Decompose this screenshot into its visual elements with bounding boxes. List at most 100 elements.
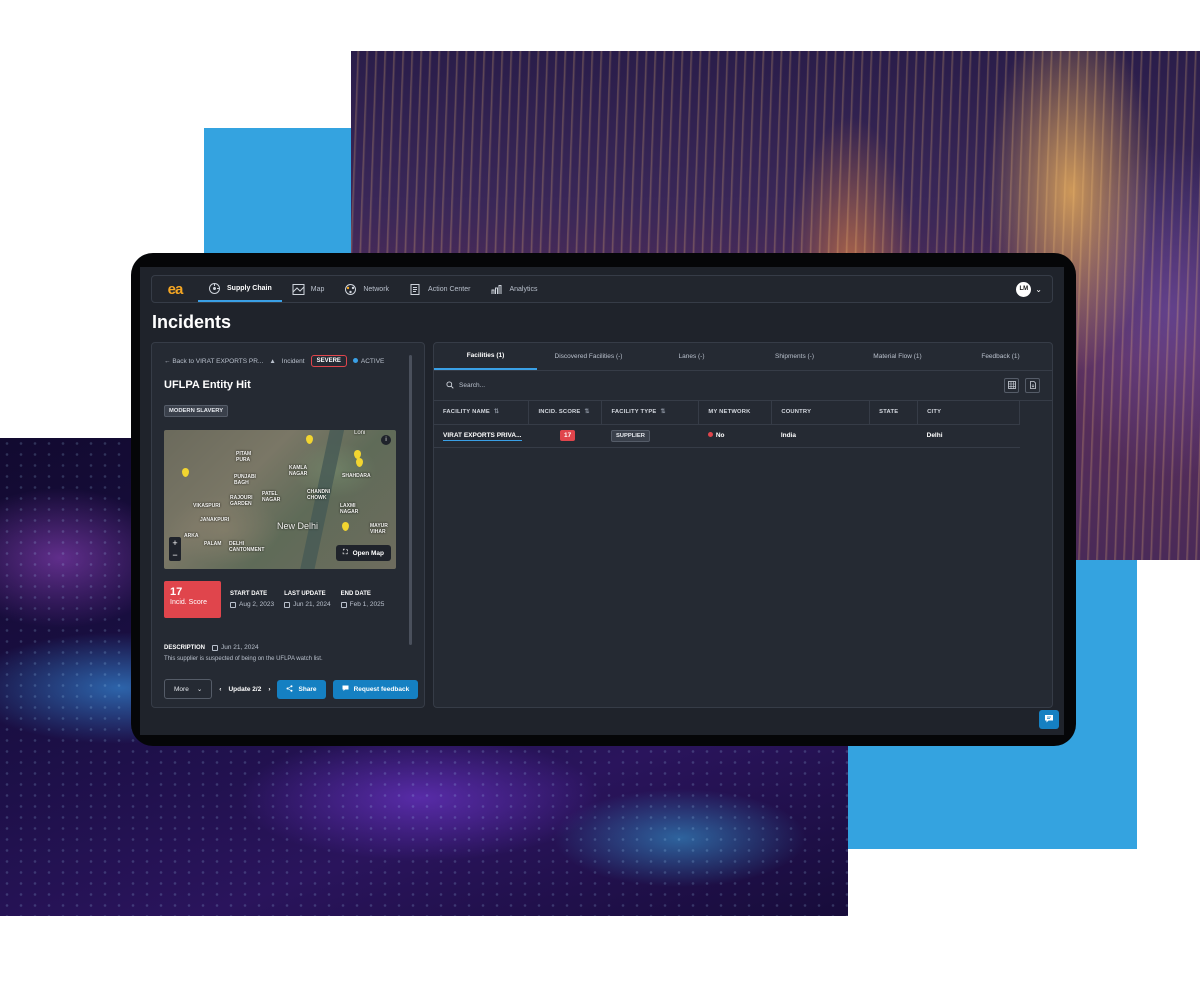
nav-item-map[interactable]: Map [282,276,335,302]
chat-icon [342,685,349,694]
incident-map[interactable]: Loni PITAM PURA KAMLA NAGAR SHAHDARA PUN… [164,430,396,569]
sort-icon[interactable]: ⇅ [494,409,499,415]
calendar-icon [212,644,219,651]
sort-icon[interactable]: ⇅ [660,409,665,415]
action-center-icon [409,283,422,296]
column-label: INCID. SCORE [538,409,581,416]
search-icon [446,380,454,391]
zoom-out-button[interactable]: − [169,549,181,561]
map-label-palam: PALAM [204,541,222,547]
supply-chain-icon [208,282,221,295]
tab-discovered-facilities[interactable]: Discovered Facilities (-) [537,343,640,370]
description-date: Jun 21, 2024 [221,644,259,651]
map-label-punjabi-bagh: PUNJABI BAGH [234,474,256,486]
column-header-city: CITY [917,401,1020,425]
facility-type-badge: SUPPLIER [610,429,650,442]
column-label: FACILITY NAME [443,409,490,416]
calendar-icon [340,601,347,608]
previous-update-button[interactable]: ‹ [219,686,221,693]
incident-dates: START DATE Aug 2, 2023 LAST UPDATE Jun 2… [230,591,384,608]
score-badge: 17 [559,430,576,441]
cell-facility-name[interactable]: VIRAT EXPORTS PRIVA... [434,424,529,448]
date-heading: START DATE [230,591,268,597]
next-update-button[interactable]: › [268,686,270,693]
back-label: Back to VIRAT EXPORTS PR... [172,357,264,365]
column-header-my-network: MY NETWORK [698,401,773,425]
nav-label: Network [363,285,390,293]
column-label: COUNTRY [781,409,812,416]
date-value: Aug 2, 2023 [239,601,275,608]
column-header-facility-name[interactable]: FACILITY NAME ⇅ [434,401,530,425]
map-info-icon[interactable]: i [381,435,391,445]
avatar[interactable]: LM [1016,281,1032,297]
panel-scrollbar[interactable] [409,355,412,645]
tab-feedback[interactable]: Feedback (1) [949,343,1052,370]
map-label-pitam-pura: PITAM PURA [236,451,252,463]
incident-actions: More ⌄ ‹ Update 2/2 › Share Request feed… [164,679,419,699]
my-network-value: No [715,432,725,439]
facilities-panel: Facilities (1) Discovered Facilities (-)… [433,342,1053,708]
panel-tabs: Facilities (1) Discovered Facilities (-)… [434,343,1052,371]
tab-shipments[interactable]: Shipments (-) [743,343,846,370]
map-label-kamla-nagar: KAMLA NAGAR [289,465,308,477]
incident-score-value: 17 [170,586,183,598]
nav-item-supply-chain[interactable]: Supply Chain [198,276,282,302]
table-view-button[interactable] [1004,378,1019,393]
map-label-delhi-cantonment: DELHI CANTONMENT [229,541,265,553]
more-button[interactable]: More ⌄ [164,679,213,699]
column-header-incid-score[interactable]: INCID. SCORE ⇅ [528,401,603,425]
incident-score-card: 17 Incid. Score [164,581,221,618]
description-header: DESCRIPTION Jun 21, 2024 [164,644,259,651]
cell-my-network: No [698,424,772,448]
more-label: More [174,685,189,693]
table-row[interactable]: VIRAT EXPORTS PRIVA... 17 SUPPLIER No In… [434,424,1020,448]
last-update-date: LAST UPDATE Jun 21, 2024 [284,591,331,608]
cell-country: India [771,424,870,448]
cell-city: Delhi [917,424,1020,448]
date-heading: LAST UPDATE [284,591,326,597]
open-map-button[interactable]: ⛶ Open Map [336,545,391,561]
cell-facility-type: SUPPLIER [601,424,699,448]
tab-material-flow[interactable]: Material Flow (1) [846,343,949,370]
tab-lanes[interactable]: Lanes (-) [640,343,743,370]
map-marker-icon[interactable] [342,522,349,531]
user-menu[interactable]: LM ⌄ [1016,281,1052,297]
app-window: ea Supply Chain Map Network Action Cente… [140,267,1064,735]
facility-link[interactable]: VIRAT EXPORTS PRIVA... [443,432,522,441]
map-label-shahdara: SHAHDARA [342,473,371,479]
chat-icon [1044,711,1054,729]
chat-button[interactable] [1039,710,1059,729]
incident-type-label: Incident [281,357,305,365]
map-label-vikaspuri: VIKASPURI [193,503,221,509]
map-marker-icon[interactable] [356,458,363,467]
page-title: Incidents [152,312,232,332]
sort-icon[interactable]: ⇅ [585,409,590,415]
map-label-laxmi-nagar: LAXMI NAGAR [340,503,359,515]
map-label-chandni-chowk: CHANDNI CHOWK [307,489,331,501]
top-navigation: ea Supply Chain Map Network Action Cente… [151,275,1053,303]
tab-facilities[interactable]: Facilities (1) [434,343,537,370]
expand-icon: ⛶ [343,549,348,556]
analytics-icon [490,283,503,296]
status-label: ACTIVE [360,357,385,365]
logo-icon[interactable]: ea [152,276,198,302]
zoom-in-button[interactable]: + [169,537,181,549]
column-header-facility-type[interactable]: FACILITY TYPE ⇅ [601,401,700,425]
share-button[interactable]: Share [277,679,326,699]
table-toolbar: Search... [434,371,1052,401]
column-label: FACILITY TYPE [611,409,657,416]
nav-item-network[interactable]: Network [334,276,399,302]
map-marker-icon[interactable] [306,435,313,444]
nav-item-action-center[interactable]: Action Center [399,276,480,302]
nav-item-analytics[interactable]: Analytics [480,276,547,302]
map-label-janakpuri: JANAKPURI [200,517,230,523]
map-label-new-delhi: New Delhi [277,521,319,531]
date-value: Feb 1, 2025 [349,601,385,608]
map-marker-icon[interactable] [182,468,189,477]
export-button[interactable] [1025,378,1040,393]
back-link[interactable]: ← Back to VIRAT EXPORTS PR... [164,358,263,365]
status-indicator: ACTIVE [352,357,385,365]
chevron-down-icon[interactable]: ⌄ [1035,285,1042,294]
search-input[interactable]: Search... [446,380,998,391]
request-feedback-button[interactable]: Request feedback [332,679,419,699]
